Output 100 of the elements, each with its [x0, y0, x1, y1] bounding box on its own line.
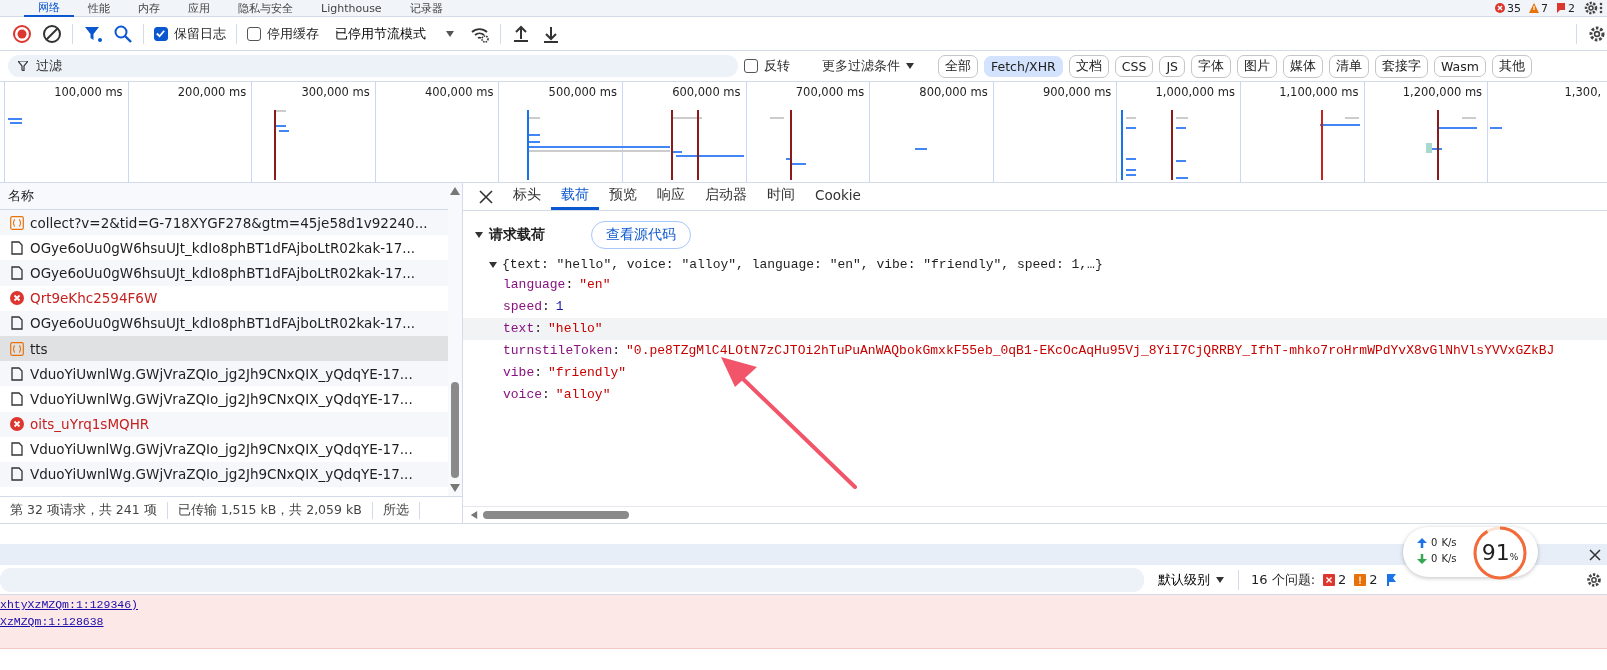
document-icon	[10, 316, 24, 331]
panel-tab[interactable]: 隐私与安全	[224, 0, 307, 16]
caret-icon	[1216, 576, 1224, 583]
type-filter-chip[interactable]: 图片	[1237, 54, 1277, 78]
more-icon[interactable]	[1599, 2, 1603, 14]
settings-icon[interactable]	[1585, 570, 1603, 589]
view-source-button[interactable]: 查看源代码	[591, 221, 691, 249]
request-row[interactable]: OGye6oUu0gW6hsuUJt_kdIo8phBT1dFAjboLtR02kak-17...	[0, 235, 448, 261]
panel-tab[interactable]: 内存	[124, 0, 174, 16]
clear-icon[interactable]	[42, 23, 62, 44]
request-row[interactable]: VduoYiUwnlWg.GWjVraZQIo_jg2Jh9CNxQIX_yQdqYE-17...	[0, 461, 448, 488]
throttling-dropdown[interactable]: 已停用节流模式	[329, 23, 460, 44]
scroll-up-icon[interactable]	[450, 187, 460, 195]
message-icon	[1556, 3, 1566, 13]
property-line: turnstileToken: "0.pe8TZgMlC4LOtN7zCJTOi2hTuPuAnWAQbokGmxkF55eb_0qB1-EKcOcAqHu95Vj_8YiI7CjQRRBY_IfhT-mhko7roHrmWPdYvX8vGlNhVlsYVVxGZkBJ	[502, 342, 1556, 360]
request-row[interactable]: OGye6oUu0gW6hsuUJt_kdIo8phBT1dFAjboLtR02kak-17...	[0, 310, 448, 336]
type-filter-chip[interactable]: 套接字	[1375, 54, 1428, 78]
detail-tab[interactable]: 启动器	[695, 183, 757, 210]
issues-label: 16 个问题:	[1251, 570, 1316, 589]
checkbox[interactable]	[154, 26, 168, 41]
filter-field[interactable]: 过滤	[8, 55, 738, 77]
panel-tab[interactable]: Lighthouse	[307, 0, 396, 16]
type-filter-chip[interactable]: 全部	[938, 54, 978, 78]
close-icon[interactable]	[1589, 548, 1601, 561]
scrollbar-thumb[interactable]	[483, 511, 629, 519]
more-filters-dropdown[interactable]: 更多过滤条件	[816, 56, 920, 76]
log-level-dropdown[interactable]: 默认级别	[1152, 569, 1230, 590]
detail-tab[interactable]: 响应	[647, 183, 695, 210]
request-row[interactable]: OGye6oUu0gW6hsuUJt_kdIo8phBT1dFAjboLtR02kak-17...	[0, 260, 448, 286]
detail-tab[interactable]: 载荷	[551, 183, 599, 210]
panel-tab[interactable]: 网络	[24, 0, 74, 17]
request-row[interactable]: oits_uYrq1sMQHR	[0, 411, 448, 437]
caret-icon[interactable]	[489, 261, 497, 268]
panel-tab[interactable]: 性能	[74, 0, 124, 16]
checkbox[interactable]	[247, 26, 261, 41]
error-icon	[1495, 3, 1505, 13]
request-row[interactable]: tts	[0, 335, 448, 362]
funnel-icon	[18, 61, 28, 71]
type-filter-chip[interactable]: Wasm	[1434, 55, 1486, 77]
request-row[interactable]: VduoYiUwnlWg.GWjVraZQIo_jg2Jh9CNxQIX_yQdqYE-17...	[0, 386, 448, 412]
record-stop-icon[interactable]	[12, 23, 32, 44]
request-row[interactable]: VduoYiUwnlWg.GWjVraZQIo_jg2Jh9CNxQIX_yQdqYE-17...	[0, 436, 448, 462]
tick-label: 500,000 ms	[548, 84, 618, 101]
checkbox[interactable]	[744, 59, 758, 73]
issue-count[interactable]: 35	[1507, 1, 1521, 15]
issue-count[interactable]: 2	[1369, 572, 1378, 587]
type-filter-chip[interactable]: Fetch/XHR	[984, 55, 1063, 77]
detail-tab[interactable]: 标头	[503, 183, 551, 210]
braces-icon	[10, 341, 24, 356]
scroll-down-icon[interactable]	[450, 484, 460, 492]
scroll-left-icon[interactable]	[469, 511, 479, 519]
error-icon	[1323, 573, 1336, 586]
request-row[interactable]: Qrt9eKhc2594F6W	[0, 285, 448, 311]
type-filter-chip[interactable]: CSS	[1114, 55, 1154, 77]
search-icon[interactable]	[113, 23, 133, 44]
detail-tab[interactable]: 预览	[599, 183, 647, 210]
settings-icon[interactable]	[1583, 0, 1599, 16]
status-text: 所选	[372, 501, 420, 519]
down-arrow-icon	[1417, 553, 1427, 564]
flag-icon[interactable]	[1385, 573, 1398, 586]
request-name: VduoYiUwnlWg.GWjVraZQIo_jg2Jh9CNxQIX_yQdqYE-17...	[30, 441, 413, 458]
type-filter-chip[interactable]: JS	[1159, 55, 1185, 77]
tick-label: 1,100,000 ms	[1279, 84, 1360, 101]
type-filter-chip[interactable]: 清单	[1329, 54, 1369, 78]
error-icon	[10, 417, 24, 432]
request-name: collect?v=2&tid=G-718XYGF278&gtm=45je58d1v92240...	[30, 214, 428, 231]
request-name: VduoYiUwnlWg.GWjVraZQIo_jg2Jh9CNxQIX_yQdqYE-17...	[30, 466, 413, 483]
detail-tab[interactable]: Cookie	[805, 183, 871, 210]
tick-label: 200,000 ms	[177, 84, 248, 101]
tick-label: 1,200,000 ms	[1402, 84, 1484, 101]
caret-icon	[906, 63, 914, 69]
document-icon	[10, 265, 24, 280]
detail-tab[interactable]: 时间	[757, 183, 805, 210]
type-filter-chip[interactable]: 字体	[1191, 54, 1231, 78]
upload-icon[interactable]	[511, 23, 531, 44]
issue-count[interactable]: 2	[1338, 572, 1347, 587]
issue-count[interactable]: 2	[1568, 1, 1575, 15]
tick-label: 1,000,000 ms	[1155, 84, 1236, 101]
tick-label: 600,000 ms	[672, 84, 742, 101]
type-filter-chip[interactable]: 媒体	[1283, 54, 1323, 78]
request-row[interactable]: VduoYiUwnlWg.GWjVraZQIo_jg2Jh9CNxQIX_yQdqYE-17...	[0, 361, 448, 387]
source-link[interactable]: xhtyXzMZQm:1:129346)	[0, 598, 139, 611]
checkbox-label: 保留日志	[174, 24, 226, 43]
caret-icon[interactable]	[475, 232, 483, 238]
panel-tab[interactable]: 应用	[174, 0, 224, 16]
column-header[interactable]: 名称	[0, 183, 448, 210]
object-summary: {text: "hello", voice: "alloy", language: "en", vibe: "friendly", speed: 1,…}	[502, 257, 1103, 272]
type-filter-chip[interactable]: 文档	[1068, 54, 1109, 78]
error-icon	[10, 291, 24, 306]
type-filter-chip[interactable]: 其他	[1491, 54, 1532, 78]
request-row[interactable]: collect?v=2&tid=G-718XYGF278&gtm=45je58d1v92240...	[0, 210, 448, 236]
request-name: VduoYiUwnlWg.GWjVraZQIo_jg2Jh9CNxQIX_yQdqYE-17...	[30, 390, 413, 407]
request-name: OGye6oUu0gW6hsuUJt_kdIo8phBT1dFAjboLtR02kak-17...	[30, 315, 416, 332]
scrollbar-thumb[interactable]	[451, 382, 459, 478]
issue-count[interactable]: 7	[1541, 1, 1548, 15]
panel-tab[interactable]: 记录器	[395, 0, 457, 16]
speed-value: 0	[1431, 553, 1438, 564]
close-icon[interactable]	[479, 189, 493, 204]
source-link[interactable]: XzMZQm:1:128638	[0, 615, 104, 628]
document-icon	[10, 391, 24, 406]
